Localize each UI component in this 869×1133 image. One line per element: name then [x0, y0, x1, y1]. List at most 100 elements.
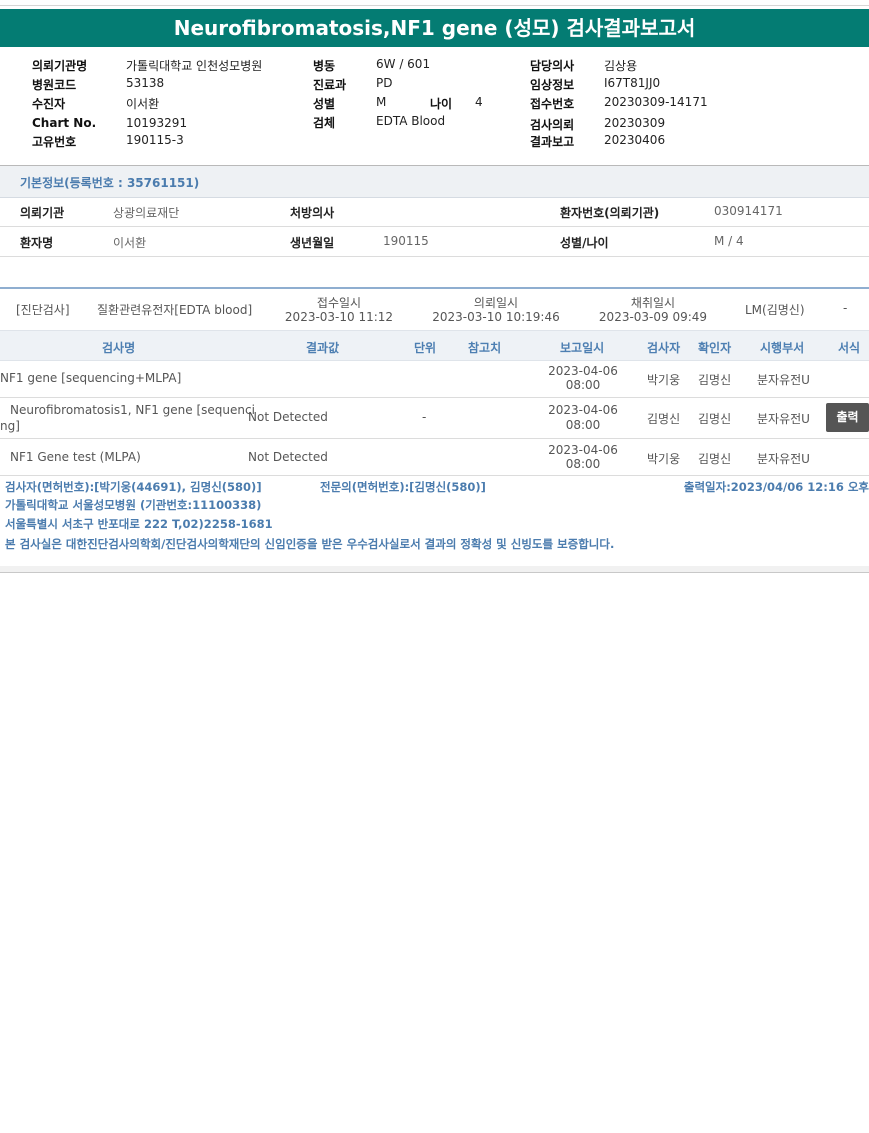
- patient-label: 수진자: [32, 97, 66, 111]
- hospital-code-value: 53138: [126, 76, 165, 90]
- col-unit: 단위: [414, 341, 437, 355]
- col-form: 서식: [838, 341, 861, 355]
- row-divider: [0, 397, 869, 398]
- footer-specialist: 전문의(면허번호):[김명신(580)]: [320, 480, 486, 494]
- results-table-header: 검사명 결과값 단위 참고치 보고일시 검사자 확인자 시행부서 서식: [0, 330, 869, 361]
- specimen-label: 검체: [313, 116, 336, 130]
- row-report-time: 08:00: [565, 418, 601, 432]
- row-test-name: NF1 Gene test (MLPA): [10, 450, 141, 464]
- col-reference: 참고치: [468, 341, 502, 355]
- footer-printed-date: 출력일자:2023/04/06 12:16 오후: [683, 480, 869, 494]
- row-test-name: NF1 gene [sequencing+MLPA]: [0, 371, 182, 385]
- receipt-number-label: 접수번호: [530, 97, 575, 111]
- row-test-name-wrap: ng]: [0, 419, 20, 433]
- bottom-border: [0, 566, 869, 573]
- chart-no-label: Chart No.: [32, 116, 97, 130]
- col-tester: 검사자: [647, 341, 681, 355]
- requested-value: 2023-03-10 10:19:46: [432, 310, 560, 324]
- row-test-name: Neurofibromatosis1, NF1 gene [sequenci: [10, 403, 255, 417]
- row-result: Not Detected: [248, 410, 328, 424]
- table-bottom-divider: [0, 475, 869, 476]
- clinical-info-label: 임상정보: [530, 78, 575, 92]
- department-value: PD: [376, 76, 393, 90]
- basic-bottom-divider: [0, 256, 869, 257]
- row-divider: [0, 438, 869, 439]
- doctor-value: 김상용: [604, 59, 638, 73]
- department-label: 진료과: [313, 78, 347, 92]
- collected-label: 채취일시: [630, 296, 676, 310]
- sex-age-label: 성별/나이: [560, 236, 609, 250]
- patient-number-label: 환자번호(의뢰기관): [560, 206, 660, 220]
- unique-number-label: 고유번호: [32, 135, 77, 149]
- age-label: 나이: [430, 97, 453, 111]
- sex-label: 성별: [313, 97, 336, 111]
- test-request-label: 검사의뢰: [530, 118, 575, 132]
- row-tester: 박기웅: [647, 452, 681, 466]
- row-tester: 박기웅: [647, 373, 681, 387]
- row-department: 분자유전U: [757, 452, 810, 466]
- row-confirmer: 김명신: [698, 373, 732, 387]
- col-report-date: 보고일시: [560, 341, 605, 355]
- result-report-value: 20230406: [604, 133, 666, 147]
- received-value: 2023-03-10 11:12: [284, 310, 394, 324]
- age-value: 4: [475, 95, 483, 109]
- receipt-number-value: 20230309-14171: [604, 95, 708, 109]
- sex-age-value: M / 4: [714, 234, 744, 248]
- patient-name-label: 환자명: [20, 236, 54, 250]
- footer-hospital: 가톨릭대학교 서울성모병원 (기관번호:11100338): [5, 498, 262, 512]
- patient-number-value: 030914171: [714, 204, 783, 218]
- patient-value: 이서환: [126, 97, 160, 111]
- hospital-code-label: 병원코드: [32, 78, 77, 92]
- chart-no-value: 10193291: [126, 116, 188, 130]
- row-department: 분자유전U: [757, 412, 810, 426]
- row-confirmer: 김명신: [698, 412, 732, 426]
- report-title: Neurofibromatosis,NF1 gene (성모) 검사결과보고서: [0, 9, 869, 47]
- row-report-date: 2023-04-06: [548, 403, 618, 417]
- row-report-date: 2023-04-06: [548, 443, 618, 457]
- row-report-date: 2023-04-06: [548, 364, 618, 378]
- col-test-name: 검사명: [102, 341, 136, 355]
- basic-row-divider: [0, 226, 869, 227]
- birthdate-value: 190115: [383, 234, 429, 248]
- referring-institution-label: 의뢰기관명: [32, 59, 88, 73]
- doctor-label: 담당의사: [530, 59, 575, 73]
- col-confirmer: 확인자: [698, 341, 732, 355]
- specimen-value: EDTA Blood: [376, 114, 446, 128]
- ward-label: 병동: [313, 59, 336, 73]
- unique-number-value: 190115-3: [126, 133, 184, 147]
- collected-value: 2023-03-09 09:49: [598, 310, 708, 324]
- print-button[interactable]: 출력: [826, 403, 869, 432]
- row-report-time: 08:00: [565, 378, 601, 392]
- col-result: 결과값: [306, 341, 340, 355]
- basic-institution-value: 상광의료재단: [113, 206, 180, 220]
- summary-top-border: [0, 287, 869, 289]
- birthdate-label: 생년월일: [290, 236, 335, 250]
- summary-test-name: 질환관련유전자[EDTA blood]: [97, 303, 253, 317]
- prescribing-doctor-label: 처방의사: [290, 206, 335, 220]
- footer-testers: 검사자(면허번호):[박기웅(44691), 김명신(580)]: [5, 480, 262, 494]
- requested-label: 의뢰일시: [473, 296, 519, 310]
- footer-address: 서울특별시 서초구 반포대로 222 T,02)2258-1681: [5, 517, 273, 531]
- summary-category: [진단검사]: [16, 303, 70, 317]
- summary-dash: -: [843, 301, 848, 315]
- row-tester: 김명신: [647, 412, 681, 426]
- footer-certification: 본 검사실은 대한진단검사의학회/진단검사의학재단의 신임인증을 받은 우수검사…: [5, 537, 615, 551]
- basic-institution-label: 의뢰기관: [20, 206, 65, 220]
- summary-lab: LM(김명신): [745, 303, 805, 317]
- row-result: Not Detected: [248, 450, 328, 464]
- row-confirmer: 김명신: [698, 452, 732, 466]
- row-unit: -: [422, 410, 427, 424]
- top-border: [0, 5, 869, 6]
- col-department: 시행부서: [760, 341, 805, 355]
- received-label: 접수일시: [316, 296, 362, 310]
- basic-info-header: 기본정보(등록번호 : 35761151): [0, 166, 869, 198]
- row-department: 분자유전U: [757, 373, 810, 387]
- clinical-info-value: I67T81JJ0: [604, 76, 661, 90]
- result-report-label: 결과보고: [530, 135, 575, 149]
- row-report-time: 08:00: [565, 457, 601, 471]
- basic-info-title: 기본정보(등록번호 : 35761151): [20, 176, 200, 190]
- sex-value: M: [376, 95, 387, 109]
- referring-institution-value: 가톨릭대학교 인천성모병원: [126, 59, 263, 73]
- patient-name-value: 이서환: [113, 236, 147, 250]
- ward-value: 6W / 601: [376, 57, 431, 71]
